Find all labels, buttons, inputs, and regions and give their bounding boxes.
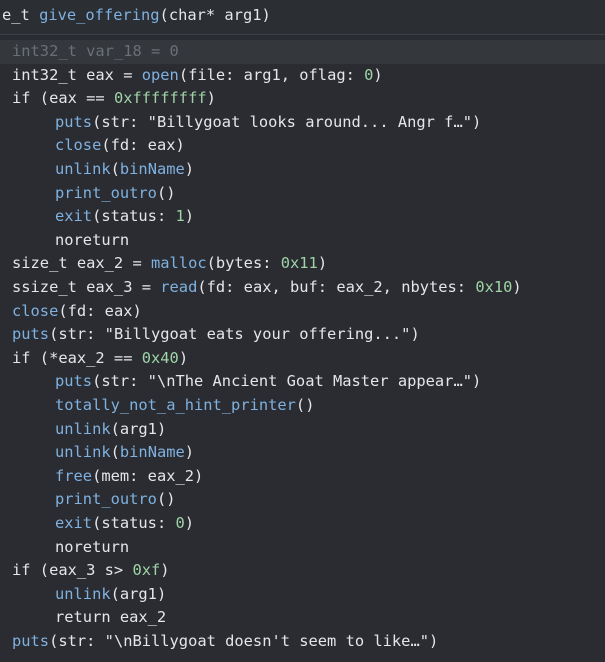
code-text: size_t eax_2 = <box>12 254 151 273</box>
code-text: (status: <box>92 207 176 226</box>
code-line[interactable]: unlink(arg1) <box>0 583 605 607</box>
function-signature-header: e_t give_offering(char* arg1) <box>0 0 605 35</box>
code-text: if (eax == <box>12 89 114 108</box>
code-identifier[interactable]: unlink <box>55 443 111 461</box>
code-text: noreturn <box>55 230 130 249</box>
code-number: 0 <box>175 514 185 532</box>
code-text: e_t <box>2 6 40 24</box>
code-number: 0x10 <box>475 278 513 296</box>
code-identifier[interactable]: close <box>12 302 58 320</box>
code-line[interactable]: unlink(arg1) <box>0 418 605 442</box>
code-text: (mem: eax_2) <box>92 466 204 485</box>
code-text: (arg1) <box>110 584 167 603</box>
code-identifier[interactable]: puts <box>55 113 92 131</box>
code-identifier[interactable]: binName <box>120 160 185 178</box>
code-identifier[interactable]: puts <box>12 325 49 343</box>
code-text: (str: "\nBillygoat doesn't seem to like…… <box>49 632 439 650</box>
code-text: ssize_t eax_3 = <box>12 278 161 296</box>
code-line[interactable]: size_t eax_2 = malloc(bytes: 0x11) <box>0 252 605 276</box>
code-identifier[interactable]: read <box>160 278 197 296</box>
code-line[interactable]: close(fd: eax) <box>0 300 605 324</box>
code-identifier[interactable]: open <box>142 66 179 84</box>
code-text: if (*eax_2 == <box>12 348 142 367</box>
code-identifier[interactable]: free <box>55 467 92 485</box>
code-text: (arg1) <box>110 419 167 438</box>
code-line[interactable]: if (*eax_2 == 0x40) <box>0 347 605 371</box>
code-number: 0xffffffff <box>113 89 207 108</box>
code-identifier[interactable]: puts <box>55 372 92 390</box>
code-text: (fd: eax) <box>101 136 185 155</box>
code-identifier[interactable]: close <box>55 136 101 154</box>
code-line[interactable]: int32_t var_18 = 0 <box>0 40 605 64</box>
code-line[interactable]: free(mem: eax_2) <box>0 465 605 489</box>
code-identifier[interactable]: totally_not_a_hint_printer <box>55 396 296 414</box>
code-text: (str: "Billygoat eats your offering...") <box>49 325 420 344</box>
code-line[interactable]: totally_not_a_hint_printer() <box>0 394 605 418</box>
code-identifier[interactable]: puts <box>12 632 49 650</box>
code-text: ) <box>184 514 195 532</box>
decompiled-code-view: int32_t var_18 = 0 int32_t eax = open(fil… <box>0 35 605 662</box>
code-identifier[interactable]: unlink <box>55 420 111 438</box>
code-line[interactable]: noreturn <box>0 229 605 253</box>
code-identifier[interactable]: print_outro <box>55 490 157 508</box>
code-line[interactable]: return eax_2 <box>0 606 605 630</box>
code-text: () <box>295 396 315 414</box>
code-text: ) <box>373 65 383 84</box>
code-text: () <box>156 183 176 202</box>
code-text: ) <box>184 207 195 226</box>
code-text: int32_t var_18 = 0 <box>12 42 179 60</box>
code-line[interactable]: puts(str: "\nThe Ancient Goat Master app… <box>0 370 605 394</box>
code-text: (status: <box>92 514 176 532</box>
code-text: ) <box>160 561 170 580</box>
code-line[interactable]: int32_t eax = open(file: arg1, oflag: 0) <box>0 64 605 88</box>
code-line[interactable]: puts(str: "\nBillygoat doesn't seem to l… <box>0 630 605 654</box>
code-line[interactable]: unlink(binName) <box>0 158 605 182</box>
code-text: ) <box>184 443 195 462</box>
function-signature[interactable]: e_t give_offering(char* arg1) <box>2 4 271 26</box>
code-text: ) <box>184 160 195 178</box>
code-line[interactable]: if (eax == 0xffffffff) <box>0 87 605 111</box>
code-text: (bytes: <box>206 254 281 273</box>
code-line[interactable]: exit(status: 0) <box>0 512 605 536</box>
code-text: ) <box>178 348 189 367</box>
code-line[interactable]: unlink(binName) <box>0 441 605 465</box>
code-line[interactable]: noreturn <box>0 536 605 560</box>
code-line[interactable]: print_outro() <box>0 182 605 206</box>
code-text: ) <box>206 89 216 108</box>
code-identifier[interactable]: give_offering <box>39 6 159 24</box>
code-text: return eax_2 <box>55 608 167 627</box>
code-identifier[interactable]: unlink <box>55 585 111 603</box>
code-number: 0xf <box>132 561 161 580</box>
code-identifier[interactable]: unlink <box>55 160 111 178</box>
code-identifier[interactable]: print_outro <box>55 184 157 202</box>
code-text: (str: "Billygoat looks around... Angr f…… <box>92 112 482 131</box>
code-identifier[interactable]: binName <box>120 443 185 461</box>
code-text: ) <box>317 254 328 273</box>
code-text: (fd: eax) <box>58 301 142 320</box>
code-number: 0x11 <box>280 254 318 273</box>
code-identifier[interactable]: malloc <box>151 254 207 272</box>
code-line[interactable]: ssize_t eax_3 = read(fd: eax, buf: eax_2… <box>0 276 605 300</box>
code-line[interactable]: print_outro() <box>0 488 605 512</box>
code-text: int32_t eax = <box>12 65 142 84</box>
code-text: ) <box>512 278 522 296</box>
code-text: () <box>156 490 176 509</box>
code-number: 1 <box>175 207 185 226</box>
code-number: 0x40 <box>141 348 179 367</box>
code-text: (file: arg1, oflag: <box>178 65 365 84</box>
code-text: (str: "\nThe Ancient Goat Master appear…… <box>92 372 482 391</box>
code-text: (fd: eax, buf: eax_2, nbytes: <box>197 278 476 296</box>
code-text: if (eax_3 s> <box>12 561 133 580</box>
code-line[interactable]: exit(status: 1) <box>0 205 605 229</box>
code-line[interactable]: close(fd: eax) <box>0 134 605 158</box>
code-line[interactable]: puts(str: "Billygoat eats your offering.… <box>0 323 605 347</box>
code-line[interactable]: puts(str: "Billygoat looks around... Ang… <box>0 111 605 135</box>
code-text: noreturn <box>55 537 130 556</box>
code-text: ( <box>110 160 120 178</box>
code-line[interactable]: if (eax_3 s> 0xf) <box>0 559 605 583</box>
code-text: ( <box>110 443 120 462</box>
code-identifier[interactable]: exit <box>55 207 92 225</box>
code-identifier[interactable]: exit <box>55 514 92 532</box>
code-text: (char* arg1) <box>159 6 271 24</box>
